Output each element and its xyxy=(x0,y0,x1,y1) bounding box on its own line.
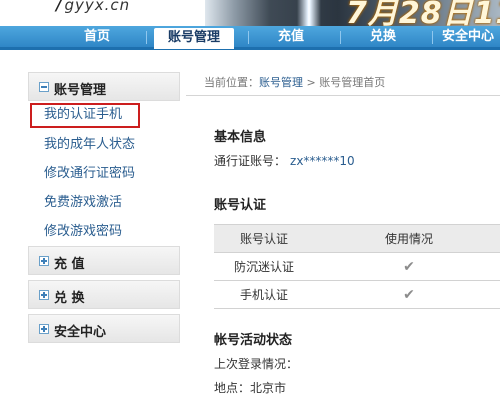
expand-icon[interactable] xyxy=(39,290,49,300)
logo-text: gyyx.cn xyxy=(64,0,131,14)
auth-table: 账号认证 使用情况 防沉迷认证 ✔ 手机认证 ✔ xyxy=(214,224,500,309)
auth-name: 防沉迷认证 xyxy=(214,252,314,281)
logo-mark: / xyxy=(56,0,63,14)
account-value: zx******10 xyxy=(290,154,355,168)
sidebar-group-exchange[interactable]: 兑 换 xyxy=(28,280,180,309)
promo-date-text: 7月28日11时 xyxy=(346,0,500,26)
sidebar: 账号管理 我的认证手机 我的成年人状态 修改通行证密码 免费游戏激活 修改游戏密… xyxy=(28,72,180,343)
nav-divider xyxy=(432,31,433,44)
account-label: 通行证账号： xyxy=(214,154,287,168)
section-title-activity: 帐号活动状态 xyxy=(214,333,293,348)
last-login-label: 上次登录情况： xyxy=(214,357,299,371)
breadcrumb-prefix: 当前位置： xyxy=(204,76,259,89)
table-row: 防沉迷认证 ✔ xyxy=(214,252,500,281)
sidebar-group-title: 兑 换 xyxy=(54,291,85,306)
nav-divider xyxy=(248,31,249,44)
section-title-account-auth: 账号认证 xyxy=(214,198,267,213)
sidebar-group-title: 安全中心 xyxy=(54,325,107,340)
sidebar-group-security[interactable]: 安全中心 xyxy=(28,314,180,343)
sidebar-item-adult-status[interactable]: 我的成年人状态 xyxy=(28,130,180,159)
nav-item-exchange[interactable]: 兑换 xyxy=(348,26,418,47)
sidebar-account-items: 我的认证手机 我的成年人状态 修改通行证密码 免费游戏激活 修改游戏密码 xyxy=(28,103,180,246)
collapse-icon[interactable] xyxy=(39,82,49,92)
nav-item-account[interactable]: 账号管理 xyxy=(154,28,234,49)
sidebar-item-free-game-activation[interactable]: 免费游戏激活 xyxy=(28,188,180,217)
sidebar-item-my-phone[interactable]: 我的认证手机 xyxy=(30,103,140,128)
nav-item-security[interactable]: 安全中心 xyxy=(442,26,500,47)
check-icon: ✔ xyxy=(403,286,415,303)
main-content: 当前位置：账号管理 > 账号管理首页 基本信息 通行证账号： zx******10… xyxy=(186,72,500,395)
nav-item-home[interactable]: 首页 xyxy=(62,26,132,47)
auth-name: 手机认证 xyxy=(214,280,314,309)
section-title-basic-info: 基本信息 xyxy=(214,130,267,145)
account-info-row: 通行证账号： zx******10 xyxy=(214,152,355,169)
sidebar-group-account[interactable]: 账号管理 xyxy=(28,72,180,101)
breadcrumb: 当前位置：账号管理 > 账号管理首页 xyxy=(186,72,500,96)
auth-status: ✔ xyxy=(314,280,500,309)
sidebar-item-change-passport-password[interactable]: 修改通行证密码 xyxy=(28,159,180,188)
main-nav: 首页 账号管理 充值 兑换 安全中心 xyxy=(0,26,500,50)
sidebar-group-title: 充 值 xyxy=(54,257,85,272)
table-header-row: 账号认证 使用情况 xyxy=(214,224,500,253)
sidebar-item-change-game-password[interactable]: 修改游戏密码 xyxy=(28,217,180,246)
check-icon: ✔ xyxy=(403,258,415,275)
top-banner: /gyyx.cn 7月28日11时 xyxy=(0,0,500,26)
login-location: 地点：北京市 xyxy=(214,381,287,395)
sidebar-group-title: 账号管理 xyxy=(54,83,107,98)
nav-divider xyxy=(340,31,341,44)
nav-divider xyxy=(146,31,147,44)
breadcrumb-separator: > xyxy=(306,76,316,89)
column-header-auth: 账号认证 xyxy=(214,224,314,253)
promo-light-effect xyxy=(297,0,321,26)
breadcrumb-current: 账号管理首页 xyxy=(319,76,386,89)
expand-icon[interactable] xyxy=(39,324,49,334)
expand-icon[interactable] xyxy=(39,256,49,266)
site-logo[interactable]: / gyyx.cn xyxy=(56,0,130,14)
breadcrumb-link-account[interactable]: 账号管理 xyxy=(259,76,303,89)
auth-status: ✔ xyxy=(314,252,500,281)
column-header-status: 使用情况 xyxy=(314,224,500,253)
nav-item-recharge[interactable]: 充值 xyxy=(256,26,326,47)
sidebar-group-recharge[interactable]: 充 值 xyxy=(28,246,180,275)
table-row: 手机认证 ✔ xyxy=(214,280,500,309)
